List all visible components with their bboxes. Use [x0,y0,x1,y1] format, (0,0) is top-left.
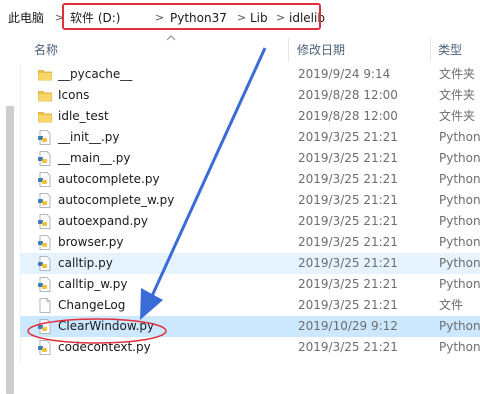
python-file-icon [38,193,51,208]
file-type: Python [439,214,480,228]
file-type: 文件夹 [439,109,476,123]
file-modified-date: 2019/3/25 21:21 [298,172,398,186]
python-file-icon [38,151,51,166]
file-name: calltip.py [58,256,113,270]
file-name: Icons [58,88,90,102]
file-name: browser.py [58,235,124,249]
column-header-row: 名称 修改日期 类型 [20,34,480,64]
breadcrumb-highlight-annotation [62,3,321,30]
file-row[interactable]: __init__.py 2019/3/25 21:21 Python [20,127,480,148]
file-name: idle_test [58,109,109,123]
file-type: Python [439,277,480,291]
file-name: calltip_w.py [58,277,128,291]
file-row[interactable]: Icons 2019/8/28 12:00 文件夹 [20,85,480,106]
python-file-icon [38,235,51,250]
column-divider[interactable] [288,38,289,62]
column-divider[interactable] [430,38,431,62]
python-file-icon [38,256,51,271]
file-modified-date: 2019/8/28 12:00 [298,109,398,123]
file-modified-date: 2019/8/28 12:00 [298,88,398,102]
file-row[interactable]: autoexpand.py 2019/3/25 21:21 Python [20,211,480,232]
sort-ascending-icon [166,35,176,41]
file-type: Python [439,130,480,144]
file-name: codecontext.py [58,340,151,354]
file-modified-date: 2019/3/25 21:21 [298,340,398,354]
file-modified-date: 2019/3/25 21:21 [298,235,398,249]
file-row[interactable]: autocomplete.py 2019/3/25 21:21 Python [20,169,480,190]
file-type: 文件 [439,298,464,312]
file-modified-date: 2019/3/25 21:21 [298,277,398,291]
file-row[interactable]: ClearWindow.py 2019/10/29 9:12 Python [20,316,480,337]
breadcrumb-root[interactable]: 此电脑 [8,10,44,26]
file-name: ClearWindow.py [58,319,155,333]
file-type: Python [439,256,480,270]
file-type: Python [439,193,480,207]
file-name: __main__.py [58,151,131,165]
file-type: Python [439,319,480,333]
navigation-pane-scrollbar[interactable] [0,34,21,394]
python-file-icon [38,214,51,229]
column-header-date[interactable]: 修改日期 [297,42,345,58]
file-row[interactable]: idle_test 2019/8/28 12:00 文件夹 [20,106,480,127]
file-modified-date: 2019/3/25 21:21 [298,193,398,207]
folder-icon [38,70,52,81]
python-file-icon [38,130,51,145]
file-modified-date: 2019/3/25 21:21 [298,130,398,144]
file-row[interactable]: calltip.py 2019/3/25 21:21 Python [20,253,480,274]
file-row[interactable]: autocomplete_w.py 2019/3/25 21:21 Python [20,190,480,211]
python-file-icon [38,172,51,187]
python-file-icon [38,340,51,355]
file-name: __init__.py [58,130,120,144]
file-modified-date: 2019/10/29 9:12 [298,319,398,333]
file-type: Python [439,172,480,186]
file-type: Python [439,340,480,354]
file-modified-date: 2019/3/25 21:21 [298,214,398,228]
file-row[interactable]: codecontext.py 2019/3/25 21:21 Python [20,337,480,358]
file-type: Python [439,235,480,249]
file-type: Python [439,151,480,165]
file-modified-date: 2019/3/25 21:21 [298,298,398,312]
file-name: __pycache__ [58,67,133,81]
scrollbar-thumb[interactable] [6,106,14,394]
folder-icon [38,91,52,102]
python-file-icon [38,277,51,292]
file-row[interactable]: browser.py 2019/3/25 21:21 Python [20,232,480,253]
folder-icon [38,112,52,123]
file-row[interactable]: __main__.py 2019/3/25 21:21 Python [20,148,480,169]
file-name: autoexpand.py [58,214,149,228]
file-list: __pycache__ 2019/9/24 9:14 文件夹 Icons 2019/8/… [20,64,480,364]
file-type: 文件夹 [439,67,476,81]
column-header-name[interactable]: 名称 [34,42,58,58]
address-bar[interactable]: 此电脑 > 软件 (D:) > Python37 > Lib > idlelib [0,0,480,35]
python-file-icon [38,319,51,334]
file-row[interactable]: __pycache__ 2019/9/24 9:14 文件夹 [20,64,480,85]
generic-file-icon [39,298,51,313]
file-name: ChangeLog [58,298,126,312]
file-modified-date: 2019/3/25 21:21 [298,151,398,165]
file-type: 文件夹 [439,88,476,102]
file-name: autocomplete.py [58,172,160,186]
file-modified-date: 2019/9/24 9:14 [298,67,391,81]
file-name: autocomplete_w.py [58,193,175,207]
file-row[interactable]: ChangeLog 2019/3/25 21:21 文件 [20,295,480,316]
file-modified-date: 2019/3/25 21:21 [298,256,398,270]
column-header-type[interactable]: 类型 [438,42,462,58]
file-row[interactable]: calltip_w.py 2019/3/25 21:21 Python [20,274,480,295]
